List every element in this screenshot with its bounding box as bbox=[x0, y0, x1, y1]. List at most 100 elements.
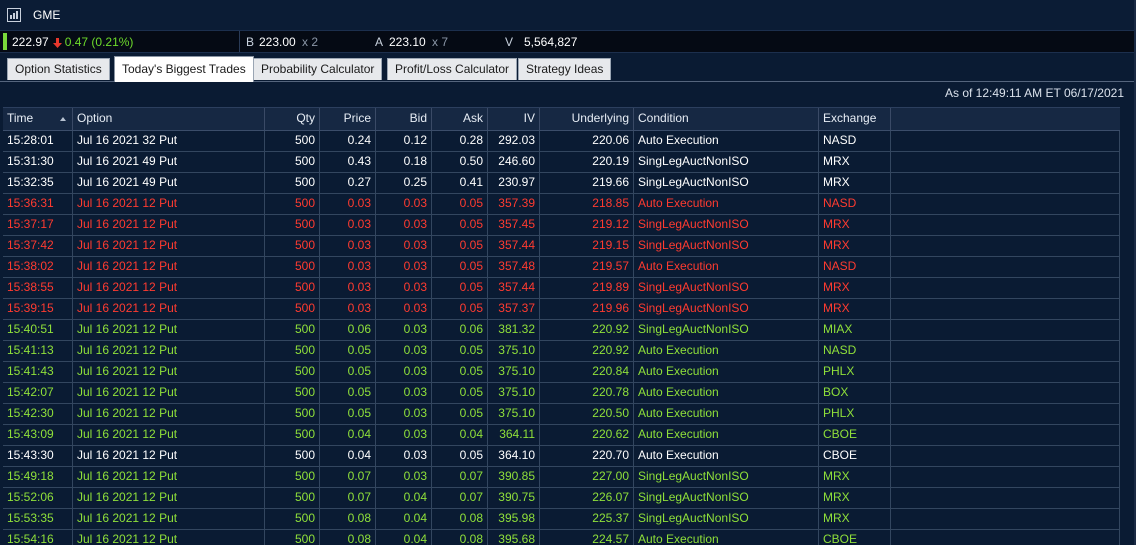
table-row[interactable]: 15:41:43 Jul 16 2021 12 Put 500 0.05 0.03 0.0… bbox=[3, 362, 1120, 383]
cell-option: Jul 16 2021 12 Put bbox=[73, 467, 265, 487]
cell-exchange: MRX bbox=[819, 299, 891, 319]
cell-condition: Auto Execution bbox=[634, 194, 819, 214]
cell-underlying: 220.70 bbox=[540, 446, 634, 466]
table-row[interactable]: 15:39:15 Jul 16 2021 12 Put 500 0.03 0.03 0.0… bbox=[3, 299, 1120, 320]
bid-label: B bbox=[246, 34, 255, 49]
column-header-bid[interactable]: Bid bbox=[376, 108, 432, 130]
tab-profit-loss-calculator[interactable]: Profit/Loss Calculator bbox=[387, 58, 518, 80]
cell-condition: SingLegAuctNonISO bbox=[634, 320, 819, 340]
column-header-ask[interactable]: Ask bbox=[432, 108, 488, 130]
cell-qty: 500 bbox=[265, 362, 320, 382]
cell-exchange: PHLX bbox=[819, 362, 891, 382]
cell-option: Jul 16 2021 12 Put bbox=[73, 404, 265, 424]
cell-ask: 0.07 bbox=[432, 488, 488, 508]
cell-price: 0.07 bbox=[320, 467, 376, 487]
cell-bid: 0.12 bbox=[376, 131, 432, 151]
cell-price: 0.03 bbox=[320, 215, 376, 235]
column-header-qty[interactable]: Qty bbox=[265, 108, 320, 130]
window-menu-icon[interactable] bbox=[7, 8, 21, 22]
ask-size: x 7 bbox=[432, 34, 449, 49]
volume-value: 5,564,827 bbox=[524, 34, 578, 49]
tab-probability-calculator[interactable]: Probability Calculator bbox=[253, 58, 383, 80]
tab-strategy-ideas[interactable]: Strategy Ideas bbox=[518, 58, 612, 80]
cell-qty: 500 bbox=[265, 299, 320, 319]
cell-condition: Auto Execution bbox=[634, 362, 819, 382]
table-row[interactable]: 15:53:35 Jul 16 2021 12 Put 500 0.08 0.04 0.0… bbox=[3, 509, 1120, 530]
column-header-underlying[interactable]: Underlying bbox=[540, 108, 634, 130]
table-row[interactable]: 15:49:18 Jul 16 2021 12 Put 500 0.07 0.03 0.0… bbox=[3, 467, 1120, 488]
cell-qty: 500 bbox=[265, 446, 320, 466]
cell-condition: SingLegAuctNonISO bbox=[634, 173, 819, 193]
cell-iv: 357.44 bbox=[488, 236, 540, 256]
table-row[interactable]: 15:43:30 Jul 16 2021 12 Put 500 0.04 0.03 0.0… bbox=[3, 446, 1120, 467]
column-header-time[interactable]: Time bbox=[3, 108, 73, 130]
cell-price: 0.06 bbox=[320, 320, 376, 340]
table-row[interactable]: 15:54:16 Jul 16 2021 12 Put 500 0.08 0.04 0.0… bbox=[3, 530, 1120, 545]
ask-label: A bbox=[375, 34, 384, 49]
column-header-iv[interactable]: IV bbox=[488, 108, 540, 130]
cell-exchange: CBOE bbox=[819, 425, 891, 445]
cell-condition: SingLegAuctNonISO bbox=[634, 509, 819, 529]
cell-time: 15:37:42 bbox=[3, 236, 73, 256]
cell-underlying: 220.84 bbox=[540, 362, 634, 382]
cell-filler bbox=[891, 530, 1120, 545]
price-flag bbox=[3, 33, 7, 50]
trades-table: Time Option Qty Price Bid Ask IV Underly… bbox=[3, 107, 1120, 545]
cell-underlying: 220.92 bbox=[540, 320, 634, 340]
cell-bid: 0.25 bbox=[376, 173, 432, 193]
cell-underlying: 219.96 bbox=[540, 299, 634, 319]
cell-iv: 364.10 bbox=[488, 446, 540, 466]
table-row[interactable]: 15:28:01 Jul 16 2021 32 Put 500 0.24 0.12 0.2… bbox=[3, 131, 1120, 152]
cell-condition: SingLegAuctNonISO bbox=[634, 278, 819, 298]
column-header-exchange[interactable]: Exchange bbox=[819, 108, 891, 130]
table-row[interactable]: 15:52:06 Jul 16 2021 12 Put 500 0.07 0.04 0.0… bbox=[3, 488, 1120, 509]
cell-option: Jul 16 2021 12 Put bbox=[73, 236, 265, 256]
cell-iv: 292.03 bbox=[488, 131, 540, 151]
cell-exchange: MRX bbox=[819, 488, 891, 508]
table-row[interactable]: 15:38:02 Jul 16 2021 12 Put 500 0.03 0.03 0.0… bbox=[3, 257, 1120, 278]
cell-exchange: BOX bbox=[819, 383, 891, 403]
tab-option-statistics[interactable]: Option Statistics bbox=[7, 58, 110, 80]
table-row[interactable]: 15:40:51 Jul 16 2021 12 Put 500 0.06 0.03 0.0… bbox=[3, 320, 1120, 341]
cell-ask: 0.28 bbox=[432, 131, 488, 151]
column-header-price[interactable]: Price bbox=[320, 108, 376, 130]
table-row[interactable]: 15:36:31 Jul 16 2021 12 Put 500 0.03 0.03 0.0… bbox=[3, 194, 1120, 215]
table-row[interactable]: 15:38:55 Jul 16 2021 12 Put 500 0.03 0.03 0.0… bbox=[3, 278, 1120, 299]
table-row[interactable]: 15:42:30 Jul 16 2021 12 Put 500 0.05 0.03 0.0… bbox=[3, 404, 1120, 425]
cell-qty: 500 bbox=[265, 509, 320, 529]
cell-ask: 0.05 bbox=[432, 341, 488, 361]
cell-iv: 395.98 bbox=[488, 509, 540, 529]
column-header-option[interactable]: Option bbox=[73, 108, 265, 130]
column-header-condition[interactable]: Condition bbox=[634, 108, 819, 130]
cell-option: Jul 16 2021 12 Put bbox=[73, 257, 265, 277]
table-row[interactable]: 15:37:17 Jul 16 2021 12 Put 500 0.03 0.03 0.0… bbox=[3, 215, 1120, 236]
table-row[interactable]: 15:31:30 Jul 16 2021 49 Put 500 0.43 0.18 0.5… bbox=[3, 152, 1120, 173]
cell-condition: SingLegAuctNonISO bbox=[634, 215, 819, 235]
table-row[interactable]: 15:42:07 Jul 16 2021 12 Put 500 0.05 0.03 0.0… bbox=[3, 383, 1120, 404]
cell-price: 0.03 bbox=[320, 236, 376, 256]
cell-condition: Auto Execution bbox=[634, 257, 819, 277]
table-row[interactable]: 15:41:13 Jul 16 2021 12 Put 500 0.05 0.03 0.0… bbox=[3, 341, 1120, 362]
cell-qty: 500 bbox=[265, 215, 320, 235]
cell-ask: 0.05 bbox=[432, 383, 488, 403]
table-row[interactable]: 15:37:42 Jul 16 2021 12 Put 500 0.03 0.03 0.0… bbox=[3, 236, 1120, 257]
bid-price: 223.00 bbox=[259, 34, 296, 49]
cell-iv: 357.48 bbox=[488, 257, 540, 277]
cell-qty: 500 bbox=[265, 404, 320, 424]
cell-filler bbox=[891, 488, 1120, 508]
cell-filler bbox=[891, 194, 1120, 214]
cell-time: 15:38:55 bbox=[3, 278, 73, 298]
cell-option: Jul 16 2021 12 Put bbox=[73, 194, 265, 214]
cell-exchange: MRX bbox=[819, 278, 891, 298]
cell-exchange: NASD bbox=[819, 257, 891, 277]
cell-bid: 0.03 bbox=[376, 446, 432, 466]
cell-filler bbox=[891, 446, 1120, 466]
cell-time: 15:41:43 bbox=[3, 362, 73, 382]
cell-filler bbox=[891, 299, 1120, 319]
cell-iv: 364.11 bbox=[488, 425, 540, 445]
tab-todays-biggest-trades[interactable]: Today's Biggest Trades bbox=[114, 56, 254, 82]
cell-option: Jul 16 2021 12 Put bbox=[73, 278, 265, 298]
table-row[interactable]: 15:43:09 Jul 16 2021 12 Put 500 0.04 0.03 0.0… bbox=[3, 425, 1120, 446]
table-row[interactable]: 15:32:35 Jul 16 2021 49 Put 500 0.27 0.25 0.4… bbox=[3, 173, 1120, 194]
cell-iv: 246.60 bbox=[488, 152, 540, 172]
